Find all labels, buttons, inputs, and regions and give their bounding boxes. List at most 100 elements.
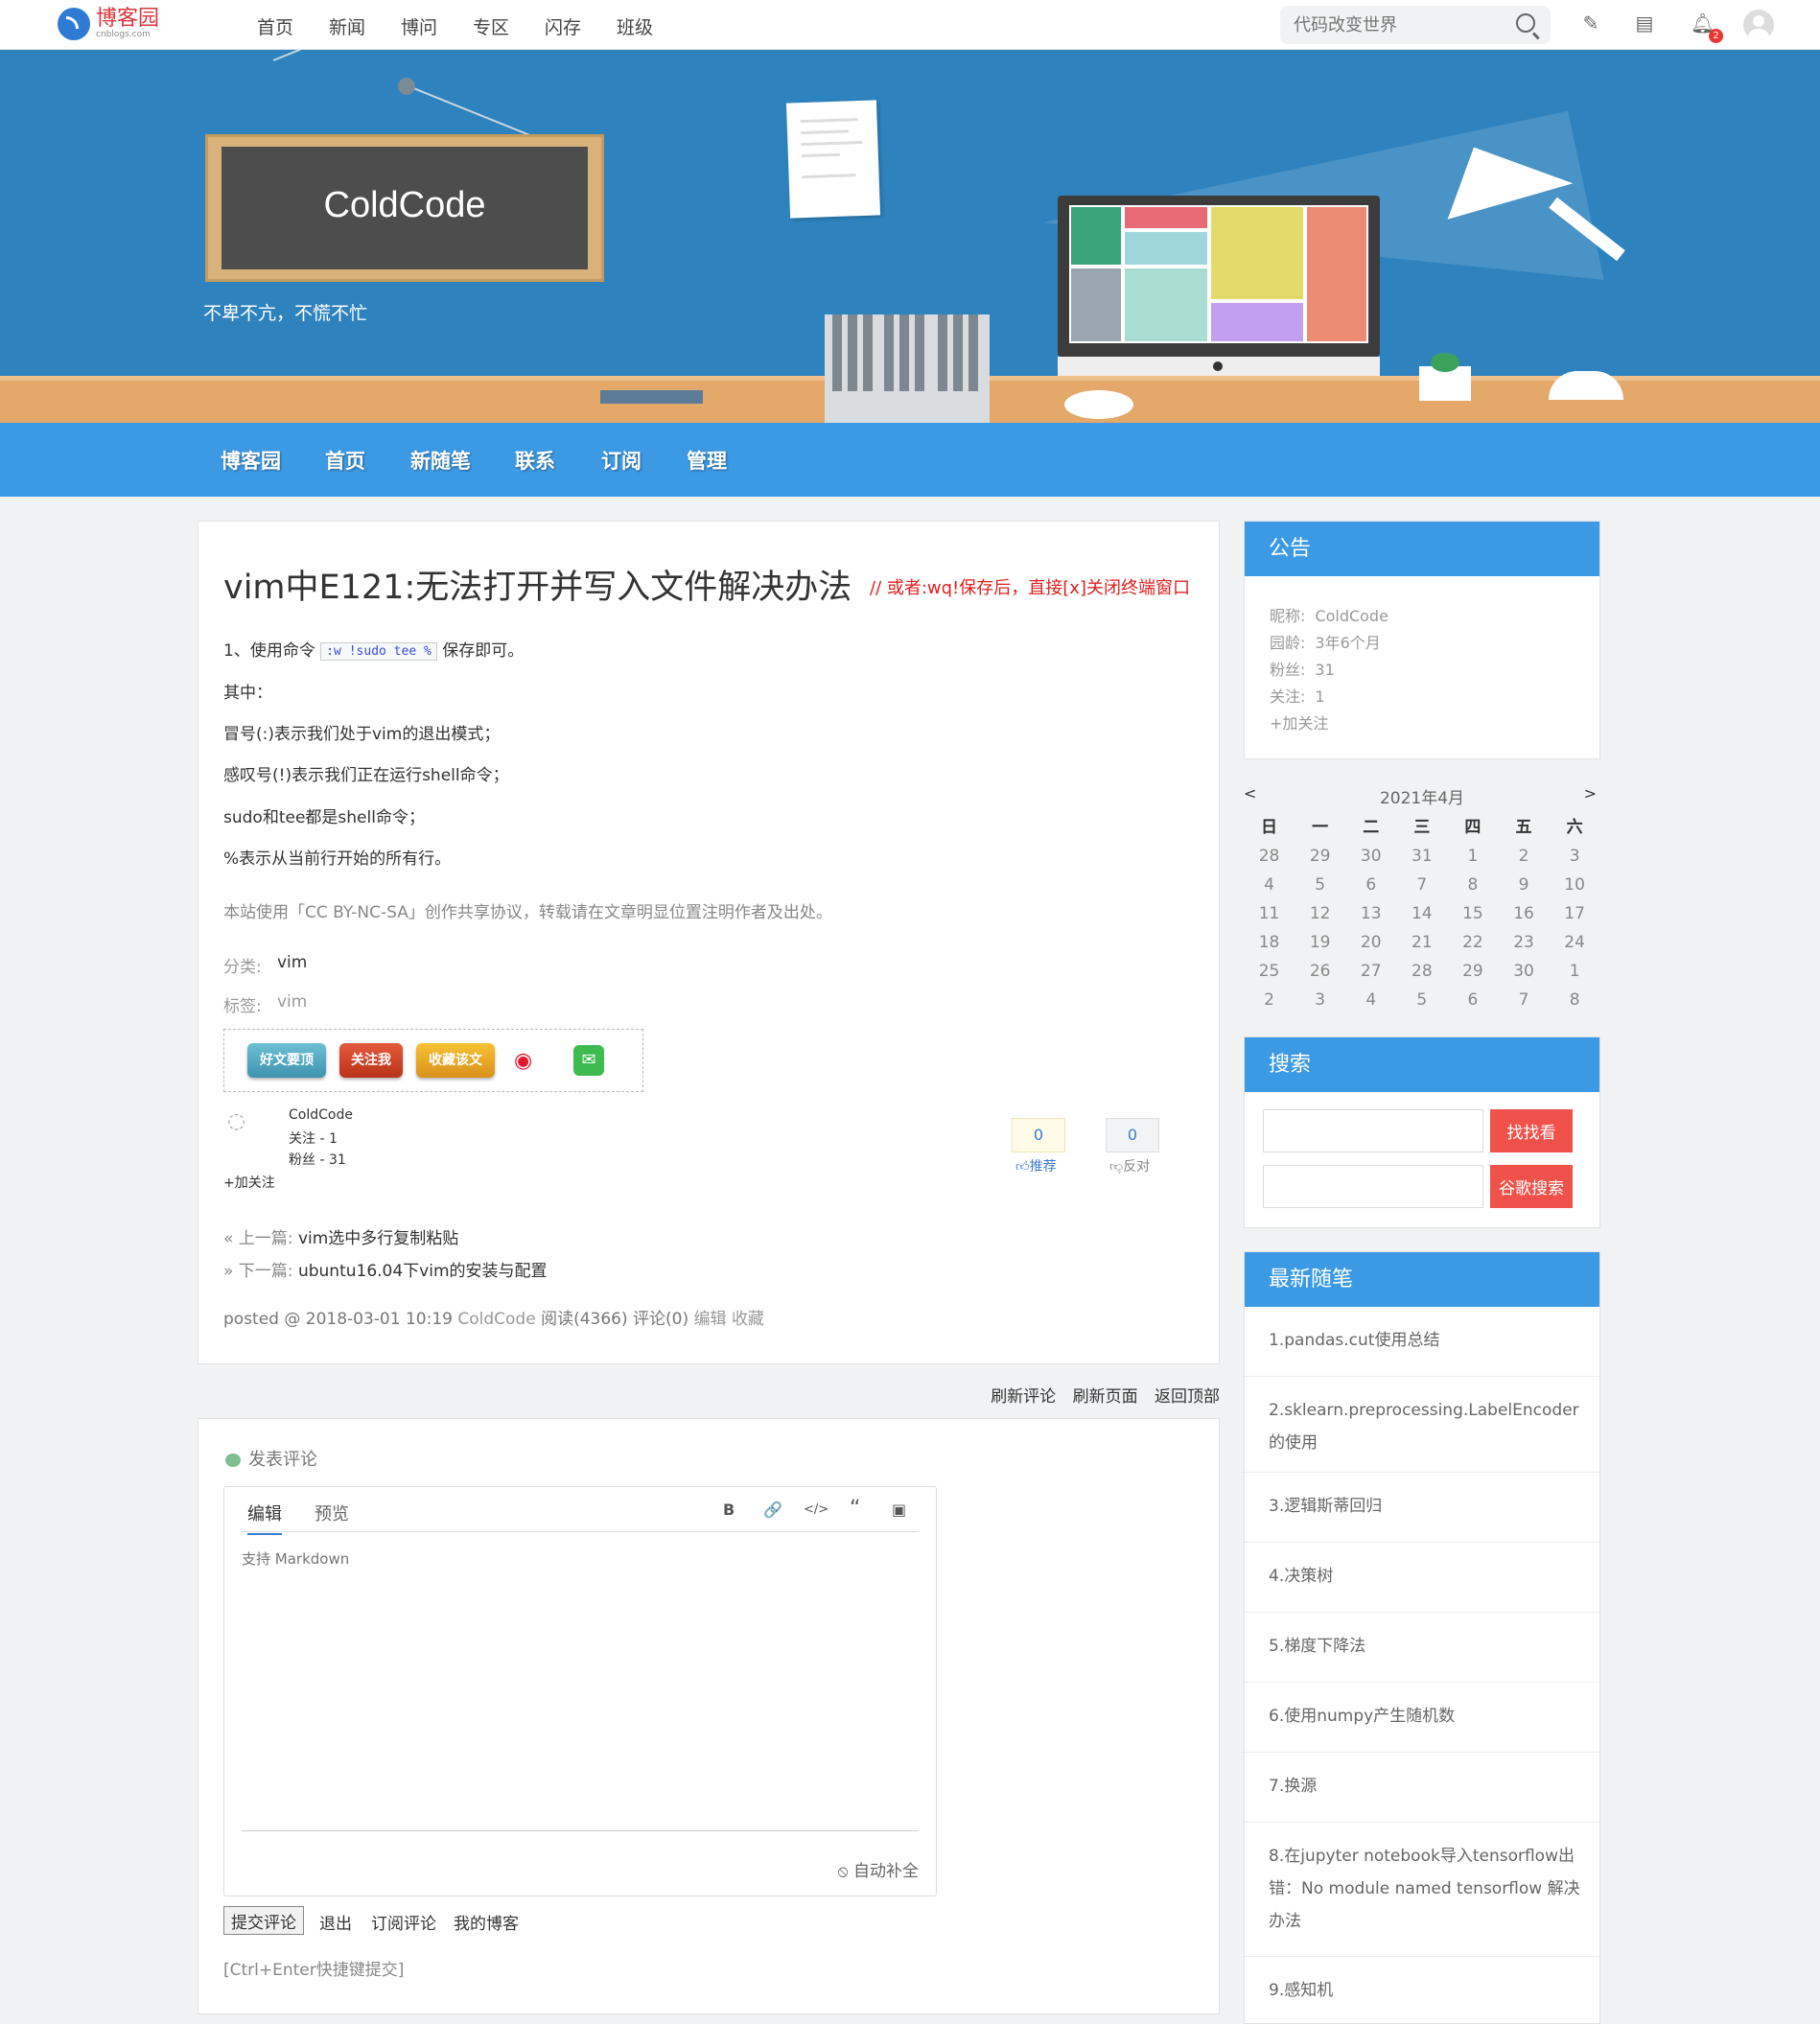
nav-contact[interactable]: 联系 bbox=[515, 446, 555, 475]
comment-heading-text: 发表评论 bbox=[248, 1450, 317, 1470]
oppose-count[interactable]: 0 bbox=[1106, 1118, 1159, 1152]
notice-nickname-value[interactable]: ColdCode bbox=[1315, 607, 1388, 625]
user-avatar[interactable] bbox=[1743, 10, 1774, 40]
nav-cnblogs[interactable]: 博客园 bbox=[221, 446, 281, 475]
post-line-1: 1、使用命令 :w !sudo tee % 保存即可。 bbox=[223, 637, 524, 661]
search-icon[interactable] bbox=[1516, 13, 1535, 33]
nav-home[interactable]: 首页 bbox=[325, 446, 365, 475]
book bbox=[953, 314, 963, 391]
category-link[interactable]: vim bbox=[277, 953, 307, 972]
recent-post-item[interactable]: 7.换源 bbox=[1245, 1753, 1599, 1823]
calendar-next-button[interactable]: > bbox=[1584, 784, 1597, 803]
calendar-day: 10 bbox=[1564, 875, 1585, 895]
book bbox=[863, 314, 873, 391]
google-search-button[interactable]: 谷歌搜索 bbox=[1490, 1165, 1573, 1208]
calendar-day: 15 bbox=[1462, 904, 1483, 923]
back-to-top-link[interactable]: 返回顶部 bbox=[1155, 1387, 1220, 1407]
calendar-day: 19 bbox=[1309, 933, 1331, 952]
site-search-input[interactable] bbox=[1263, 1109, 1483, 1152]
notice-followers: 粉丝: 31 bbox=[1270, 657, 1335, 680]
recent-post-item[interactable]: 6.使用numpy产生随机数 bbox=[1245, 1683, 1599, 1753]
topnav-qa[interactable]: 博问 bbox=[401, 13, 473, 39]
site-logo[interactable]: 博客园 cnblogs.com bbox=[58, 8, 159, 40]
document-icon[interactable]: ▤ bbox=[1633, 12, 1656, 35]
follow-me-button[interactable]: 关注我 bbox=[339, 1043, 403, 1078]
topnav-home[interactable]: 首页 bbox=[257, 13, 329, 39]
google-search-input[interactable] bbox=[1263, 1165, 1483, 1208]
recommend-label[interactable]: 👍︎推荐 bbox=[1015, 1156, 1057, 1175]
post-date: posted @ 2018-03-01 10:19 bbox=[223, 1310, 453, 1329]
screen-tile bbox=[1211, 207, 1303, 299]
recent-post-item[interactable]: 9.感知机 bbox=[1245, 1957, 1599, 2024]
bold-icon[interactable]: B bbox=[723, 1501, 735, 1519]
notice-followers-value[interactable]: 31 bbox=[1315, 661, 1334, 679]
topnav-zone[interactable]: 专区 bbox=[473, 13, 545, 39]
link-icon[interactable]: 🔗 bbox=[763, 1501, 782, 1519]
notice-nickname: 昵称: ColdCode bbox=[1270, 603, 1388, 626]
pencil-icon[interactable]: ✎ bbox=[1579, 12, 1602, 35]
top-search-input[interactable] bbox=[1294, 13, 1495, 36]
refresh-comments-link[interactable]: 刷新评论 bbox=[991, 1387, 1056, 1407]
calendar-day: 23 bbox=[1513, 933, 1534, 952]
calendar-prev-button[interactable]: < bbox=[1244, 784, 1256, 803]
nav-subscribe[interactable]: 订阅 bbox=[601, 446, 642, 475]
logo-subtext: cnblogs.com bbox=[96, 30, 151, 39]
wechat-icon[interactable]: ✉ bbox=[573, 1045, 604, 1076]
post-title[interactable]: vim中E121:无法打开并写入文件解决办法 bbox=[223, 560, 852, 609]
author-avatar[interactable]: ◌ bbox=[227, 1111, 269, 1153]
refresh-page-link[interactable]: 刷新页面 bbox=[1073, 1387, 1138, 1407]
prev-post-link[interactable]: vim选中多行复制粘贴 bbox=[298, 1229, 458, 1248]
oppose-label[interactable]: 👎︎反对 bbox=[1109, 1156, 1150, 1175]
comment-textarea[interactable] bbox=[242, 1539, 919, 1831]
next-post-link[interactable]: ubuntu16.04下vim的安装与配置 bbox=[298, 1262, 548, 1281]
post-paragraph: sudo和tee都是shell命令； bbox=[223, 808, 425, 827]
blog-title[interactable]: ColdCode bbox=[222, 185, 588, 226]
recommend-count[interactable]: 0 bbox=[1012, 1118, 1065, 1152]
notice-following-value[interactable]: 1 bbox=[1315, 687, 1324, 706]
calendar-weekday-row: 日一二三四五六 bbox=[1244, 813, 1600, 842]
notice-age: 园龄: 3年6个月 bbox=[1270, 630, 1381, 653]
nav-manage[interactable]: 管理 bbox=[687, 446, 727, 475]
site-search-button[interactable]: 找找看 bbox=[1490, 1109, 1573, 1152]
author-following[interactable]: 关注 - 1 bbox=[289, 1128, 338, 1148]
topnav-flash[interactable]: 闪存 bbox=[545, 13, 617, 39]
notice-following-label: 关注: bbox=[1270, 687, 1306, 706]
my-blog-link[interactable]: 我的博客 bbox=[454, 1910, 519, 1934]
post-author-link[interactable]: ColdCode bbox=[457, 1310, 535, 1329]
recent-post-item[interactable]: 5.梯度下降法 bbox=[1245, 1613, 1599, 1683]
favorite-link[interactable]: 收藏 bbox=[732, 1310, 764, 1329]
favorite-post-button[interactable]: 收藏该文 bbox=[416, 1043, 495, 1078]
tab-edit[interactable]: 编辑 bbox=[247, 1501, 282, 1535]
calendar-week-row: 4 5 6 7 8 9 10 bbox=[1244, 871, 1600, 899]
tab-preview[interactable]: 预览 bbox=[315, 1501, 349, 1525]
comment-count[interactable]: 评论(0) bbox=[633, 1310, 688, 1329]
quote-icon[interactable]: “ bbox=[850, 1497, 860, 1521]
topnav-news[interactable]: 新闻 bbox=[329, 13, 401, 39]
logout-link[interactable]: 退出 bbox=[319, 1910, 352, 1934]
good-post-button[interactable]: 好文要顶 bbox=[247, 1043, 326, 1078]
author-followers[interactable]: 粉丝 - 31 bbox=[289, 1150, 346, 1169]
notice-followers-label: 粉丝: bbox=[1270, 661, 1306, 679]
recommend-label-text: 推荐 bbox=[1029, 1159, 1057, 1175]
autocomplete-toggle[interactable]: ⦸ 自动补全 bbox=[838, 1857, 920, 1881]
nav-new-post[interactable]: 新随笔 bbox=[410, 446, 471, 475]
topnav-class[interactable]: 班级 bbox=[617, 13, 688, 39]
notice-follow-link[interactable]: +加关注 bbox=[1270, 710, 1328, 733]
image-icon[interactable]: ▣ bbox=[892, 1501, 906, 1519]
recent-post-item[interactable]: 3.逻辑斯蒂回归 bbox=[1245, 1473, 1599, 1543]
books-illustration bbox=[825, 314, 990, 423]
weibo-icon[interactable]: ◉ bbox=[514, 1049, 547, 1074]
author-name[interactable]: ColdCode bbox=[289, 1107, 353, 1123]
recent-post-item[interactable]: 4.决策树 bbox=[1245, 1543, 1599, 1613]
post-paragraph: 感叹号(!)表示我们正在运行shell命令； bbox=[223, 766, 509, 785]
edit-link[interactable]: 编辑 bbox=[694, 1310, 727, 1329]
recent-post-item[interactable]: 8.在jupyter notebook导入tensorflow出错：No mod… bbox=[1245, 1823, 1599, 1957]
submit-comment-button[interactable]: 提交评论 bbox=[223, 1906, 304, 1935]
recent-post-item[interactable]: 1.pandas.cut使用总结 bbox=[1245, 1307, 1599, 1377]
follow-author-link[interactable]: +加关注 bbox=[223, 1173, 275, 1192]
code-icon[interactable]: </> bbox=[804, 1502, 828, 1517]
subscribe-comments-link[interactable]: 订阅评论 bbox=[371, 1910, 436, 1934]
calendar-day: 4 bbox=[1264, 875, 1274, 895]
recent-post-item[interactable]: 2.sklearn.preprocessing.LabelEncoder的使用 bbox=[1245, 1377, 1599, 1473]
tag-link[interactable]: vim bbox=[277, 992, 307, 1012]
